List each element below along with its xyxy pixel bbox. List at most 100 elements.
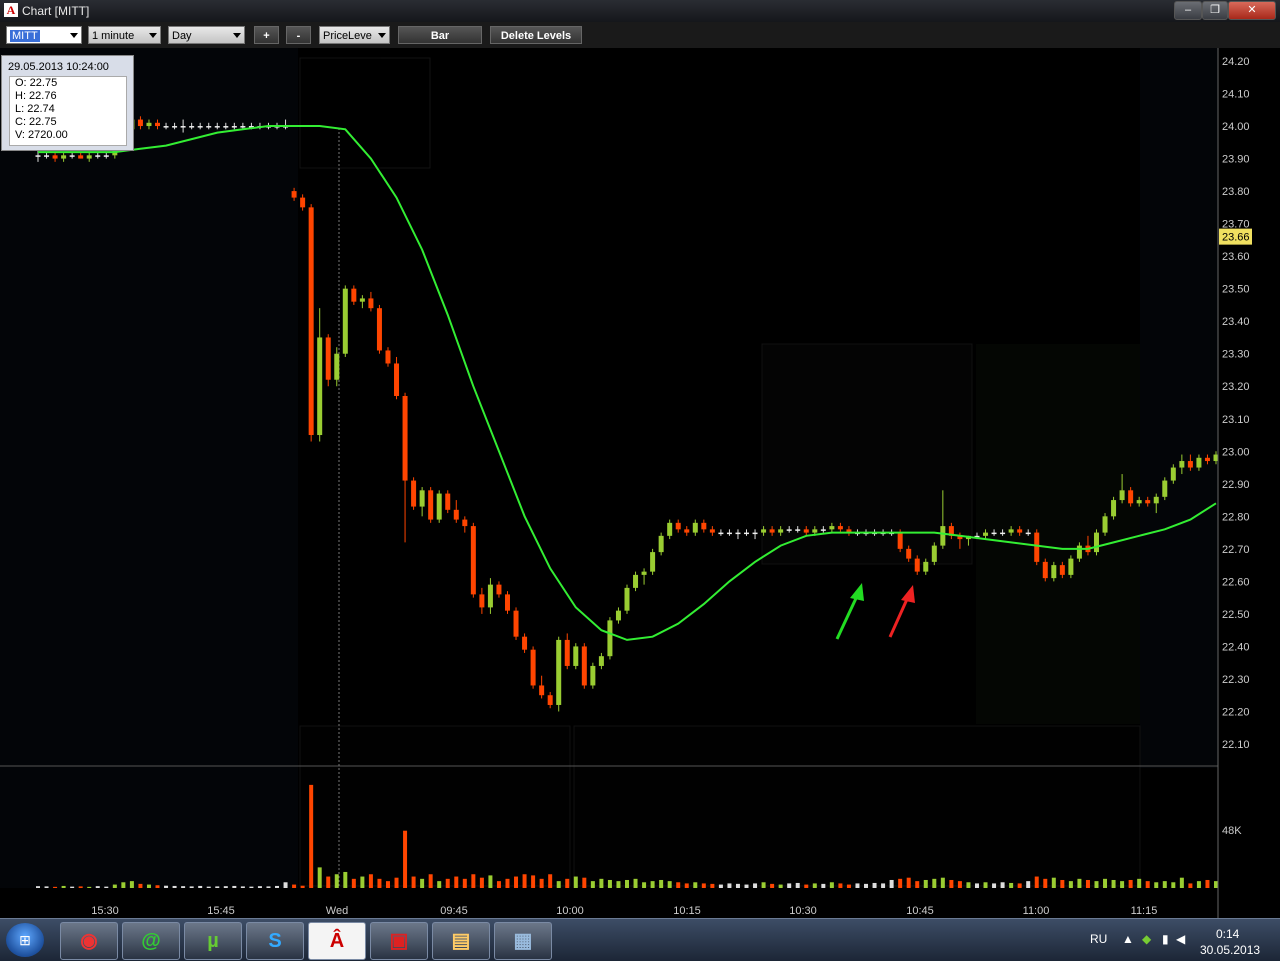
interval-dropdown[interactable]: 1 minute xyxy=(88,26,161,44)
zoom-out-button[interactable]: - xyxy=(286,26,311,44)
file-explorer-icon[interactable]: ▤ xyxy=(432,922,490,960)
price-tick-label: 23.20 xyxy=(1222,381,1250,393)
time-tick-label: 15:30 xyxy=(91,905,119,917)
chevron-down-icon xyxy=(233,33,241,38)
candle xyxy=(1093,529,1099,556)
windows-logo-icon: ⊞ xyxy=(19,932,31,948)
volume-bar xyxy=(428,874,433,888)
volume-bar xyxy=(317,867,322,888)
zoom-in-button[interactable]: + xyxy=(254,26,279,44)
time-tick-label: 10:45 xyxy=(906,905,934,917)
language-indicator[interactable]: RU xyxy=(1090,932,1107,946)
chart-toolbar: MITT 1 minute Day + - PriceLeve Bar Dele… xyxy=(0,22,1280,48)
trading-app-icon[interactable]: Â xyxy=(308,922,366,960)
candle xyxy=(376,304,382,354)
volume-bar xyxy=(181,886,186,888)
volume-bar xyxy=(326,876,331,888)
window-title: Chart [MITT] xyxy=(22,4,90,18)
window-titlebar: A Chart [MITT] – ❐ ✕ xyxy=(0,0,1280,22)
maximize-button[interactable]: ❐ xyxy=(1202,1,1228,20)
volume-bar xyxy=(266,886,271,888)
volume-bar xyxy=(590,881,595,888)
tray-arrow-icon[interactable]: ▲ xyxy=(1122,932,1134,946)
time-tick-label: 10:30 xyxy=(789,905,817,917)
volume-bar xyxy=(445,878,450,888)
volume-bar xyxy=(650,881,655,888)
volume-bar xyxy=(1145,881,1150,888)
volume-bar xyxy=(104,886,109,888)
volume-bar xyxy=(770,883,775,888)
volume-icon[interactable]: ◀ xyxy=(1176,932,1185,946)
volume-bar xyxy=(283,882,288,888)
volume-bar xyxy=(735,883,740,888)
volume-bar xyxy=(983,882,988,888)
volume-bar xyxy=(1034,876,1039,888)
start-button[interactable]: ⊞ xyxy=(6,923,44,957)
volume-bar xyxy=(607,879,612,888)
price-chart[interactable]: 24.2024.1024.0023.9023.8023.7023.6023.50… xyxy=(0,48,1280,918)
volume-bar xyxy=(112,884,117,888)
volume-bar xyxy=(1179,877,1184,888)
time-tick-label: 11:00 xyxy=(1023,905,1050,917)
tooltip-values: O: 22.75 H: 22.76 L: 22.74 C: 22.75 V: 2… xyxy=(9,76,127,146)
volume-bar xyxy=(1085,879,1090,888)
network-icon[interactable]: ▮ xyxy=(1162,932,1169,946)
candle xyxy=(513,607,519,640)
volume-bar xyxy=(360,876,365,888)
candle xyxy=(1034,529,1040,566)
volume-bar xyxy=(932,878,937,888)
volume-bar xyxy=(36,886,40,888)
bar-button[interactable]: Bar xyxy=(398,26,482,44)
mail-agent-icon[interactable]: @ xyxy=(122,922,180,960)
mode-dropdown[interactable]: PriceLeve xyxy=(319,26,390,44)
volume-bar xyxy=(556,881,561,888)
volume-bar xyxy=(548,874,553,888)
volume-bar xyxy=(812,883,817,888)
clock-time[interactable]: 0:14 xyxy=(1216,927,1239,941)
candle xyxy=(342,285,348,357)
close-button[interactable]: ✕ xyxy=(1228,1,1276,20)
minimize-button[interactable]: – xyxy=(1174,1,1202,20)
candle xyxy=(624,584,630,614)
volume-bar xyxy=(693,882,698,888)
volume-bar xyxy=(1214,881,1218,888)
nvidia-icon[interactable]: ◆ xyxy=(1142,932,1151,946)
candle xyxy=(1162,477,1168,501)
period-dropdown[interactable]: Day xyxy=(168,26,245,44)
volume-bar xyxy=(146,884,151,888)
delete-levels-button[interactable]: Delete Levels xyxy=(490,26,582,44)
volume-bar xyxy=(403,830,408,888)
volume-bar xyxy=(846,884,851,888)
symbol-dropdown[interactable]: MITT xyxy=(6,26,82,44)
volume-bar xyxy=(155,885,160,888)
volume-bar xyxy=(753,883,758,888)
volume-bar xyxy=(616,881,621,888)
chrome-icon[interactable]: ◉ xyxy=(60,922,118,960)
volume-bar xyxy=(684,883,689,888)
ohlc-tooltip: 29.05.2013 10:24:00 O: 22.75 H: 22.76 L:… xyxy=(1,55,134,151)
volume-bar xyxy=(821,883,826,888)
time-tick-label: 09:45 xyxy=(440,905,468,917)
volume-bar xyxy=(889,879,894,888)
tooltip-volume: V: 2720.00 xyxy=(15,129,68,141)
clock-date[interactable]: 30.05.2013 xyxy=(1200,943,1260,957)
candle xyxy=(581,643,587,689)
price-tick-label: 24.10 xyxy=(1222,89,1250,101)
pdf-reader-icon[interactable]: ▣ xyxy=(370,922,428,960)
window-app-icon[interactable]: ▦ xyxy=(494,922,552,960)
volume-bar xyxy=(309,784,314,888)
skype-icon[interactable]: S xyxy=(246,922,304,960)
candle xyxy=(470,522,476,598)
volume-bar xyxy=(411,876,416,888)
app-icon: A xyxy=(4,3,18,17)
volume-bar xyxy=(1103,878,1108,888)
volume-bar xyxy=(659,879,664,888)
volume-bar xyxy=(61,885,66,888)
candle xyxy=(590,662,596,689)
price-tick-label: 23.60 xyxy=(1222,251,1250,263)
price-tick-label: 23.00 xyxy=(1222,446,1250,458)
period-value: Day xyxy=(172,30,192,42)
utorrent-icon[interactable]: µ xyxy=(184,922,242,960)
candle xyxy=(308,204,314,442)
time-tick-label: 10:15 xyxy=(673,905,701,917)
